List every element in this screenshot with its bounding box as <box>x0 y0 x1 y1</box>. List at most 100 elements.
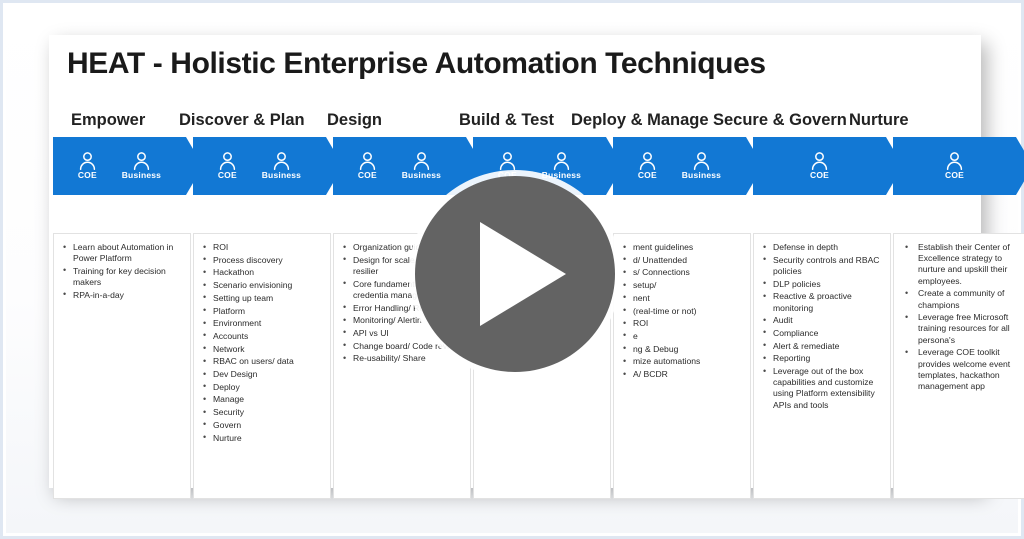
play-triangle-icon <box>480 222 566 326</box>
persona-group: COE <box>893 137 1016 195</box>
persona-label: Business <box>261 170 302 181</box>
list-item: Audit <box>762 315 884 326</box>
person-icon <box>133 152 150 170</box>
list-item: RBAC on users/ data <box>202 356 324 367</box>
list-item: Defense in depth <box>762 241 884 253</box>
persona-label: COE <box>357 170 377 181</box>
video-player-frame[interactable]: HEAT - Holistic Enterprise Automation Te… <box>0 0 1024 539</box>
list-item: A/ BCDR <box>622 369 744 380</box>
list-item: Leverage out of the box capabilities and… <box>762 366 884 411</box>
stage-header-nurture: Nurture <box>849 111 909 129</box>
list-item: Scenario envisioning <box>202 280 324 291</box>
stage-header-secure-govern: Secure & Govern <box>713 111 847 129</box>
person-icon <box>946 152 963 170</box>
person-icon <box>639 152 656 170</box>
list-item: Establish their Center of Excellence str… <box>904 242 1024 287</box>
persona-business: Business <box>682 152 721 180</box>
stage-chevron-deploy-manage: COE Business <box>613 137 763 195</box>
persona-coe: COE <box>810 152 829 180</box>
person-icon <box>693 152 710 170</box>
stage-header-design: Design <box>327 111 383 129</box>
list-item: Security <box>202 407 324 418</box>
persona-coe: COE <box>945 152 964 180</box>
list-item: Accounts <box>202 330 324 342</box>
person-icon <box>273 152 290 170</box>
list-item: Network <box>202 343 324 355</box>
persona-label: Business <box>541 170 582 181</box>
person-icon <box>413 152 430 170</box>
list-item: ROI <box>202 241 324 253</box>
list-item: Nurture <box>202 432 324 444</box>
persona-business: Business <box>542 152 581 180</box>
persona-label: COE <box>809 170 830 181</box>
persona-label: Business <box>401 170 442 181</box>
person-icon <box>553 152 570 170</box>
list-item: Manage <box>202 394 324 405</box>
stage-header-build-test: Build & Test <box>459 111 555 129</box>
stage-header-discover-plan: Discover & Plan <box>179 111 305 129</box>
persona-coe: COE <box>78 152 97 180</box>
stage-card-empower: Learn about Automation in Power Platform… <box>53 233 191 499</box>
stage-chevron-empower: COE Business <box>53 137 203 195</box>
list-item: (real-time or not) <box>622 305 744 317</box>
list-item: DLP policies <box>762 278 884 290</box>
list-item: Re-usability/ Share <box>342 353 464 364</box>
page-title: HEAT - Holistic Enterprise Automation Te… <box>67 47 766 80</box>
persona-group: COE <box>753 137 886 195</box>
stage-chevron-design: COE Business <box>333 137 483 195</box>
bullet-list: ment guidelinesd/ Unattendeds/ Connectio… <box>614 234 750 380</box>
list-item: Dev Design <box>202 369 324 380</box>
list-item: Leverage COE toolkit provides welcome ev… <box>904 347 1024 392</box>
persona-label: COE <box>944 170 965 181</box>
list-item: Training for key decision makers <box>62 265 184 288</box>
list-item: nent <box>622 292 744 304</box>
persona-group: COE Business <box>53 137 186 195</box>
list-item: Create a community of champions <box>904 288 1024 310</box>
list-item: Alert & remediate <box>762 340 884 352</box>
bullet-list: Learn about Automation in Power Platform… <box>54 234 190 301</box>
bullet-list: ROIProcess discoveryHackathon Scenario en… <box>194 234 330 444</box>
list-item: setup/ <box>622 280 744 291</box>
persona-label: COE <box>217 170 237 181</box>
persona-business: Business <box>122 152 161 180</box>
bullet-list: Defense in depthSecurity controls and RB… <box>754 234 890 411</box>
list-item: Hackathon <box>202 267 324 278</box>
persona-label: Business <box>121 170 162 181</box>
list-item: Platform <box>202 305 324 317</box>
persona-label: COE <box>637 170 657 181</box>
list-item: ROI <box>622 318 744 329</box>
person-icon <box>79 152 96 170</box>
list-item: Deploy <box>202 381 324 393</box>
list-item: Setting up team <box>202 292 324 304</box>
list-item: Learn about Automation in Power Platform <box>62 241 184 264</box>
list-item: Govern <box>202 419 324 431</box>
play-button[interactable] <box>415 176 615 372</box>
persona-label: Business <box>681 170 722 181</box>
list-item: Security controls and RBAC policies <box>762 254 884 277</box>
list-item: e <box>622 330 744 342</box>
stage-card-deploy-manage: ment guidelinesd/ Unattendeds/ Connectio… <box>613 233 751 499</box>
persona-coe: COE <box>638 152 657 180</box>
list-item: Compliance <box>762 327 884 339</box>
list-item: Environment <box>202 318 324 329</box>
persona-coe: COE <box>358 152 377 180</box>
list-item: Reporting <box>762 353 884 364</box>
list-item: Leverage free Microsoft training resourc… <box>904 312 1024 346</box>
person-icon <box>219 152 236 170</box>
stage-chevron-discover-plan: COE Business <box>193 137 343 195</box>
stage-card-discover-plan: ROIProcess discoveryHackathon Scenario en… <box>193 233 331 499</box>
stage-header-empower: Empower <box>71 111 146 129</box>
list-item: Process discovery <box>202 254 324 266</box>
persona-group: COE Business <box>333 137 466 195</box>
stage-card-secure-govern: Defense in depthSecurity controls and RB… <box>753 233 891 499</box>
list-item: ng & Debug <box>622 343 744 355</box>
list-item: RPA-in-a-day <box>62 289 184 301</box>
persona-business: Business <box>262 152 301 180</box>
list-item: Reactive & proactive monitoring <box>762 291 884 313</box>
persona-group: COE Business <box>193 137 326 195</box>
person-icon <box>811 152 828 170</box>
persona-label: COE <box>77 170 97 181</box>
stage-chevron-nurture: COE <box>893 137 1024 195</box>
stage-card-nurture: Establish their Center of Excellence str… <box>893 233 1024 499</box>
list-item: mize automations <box>622 356 744 367</box>
